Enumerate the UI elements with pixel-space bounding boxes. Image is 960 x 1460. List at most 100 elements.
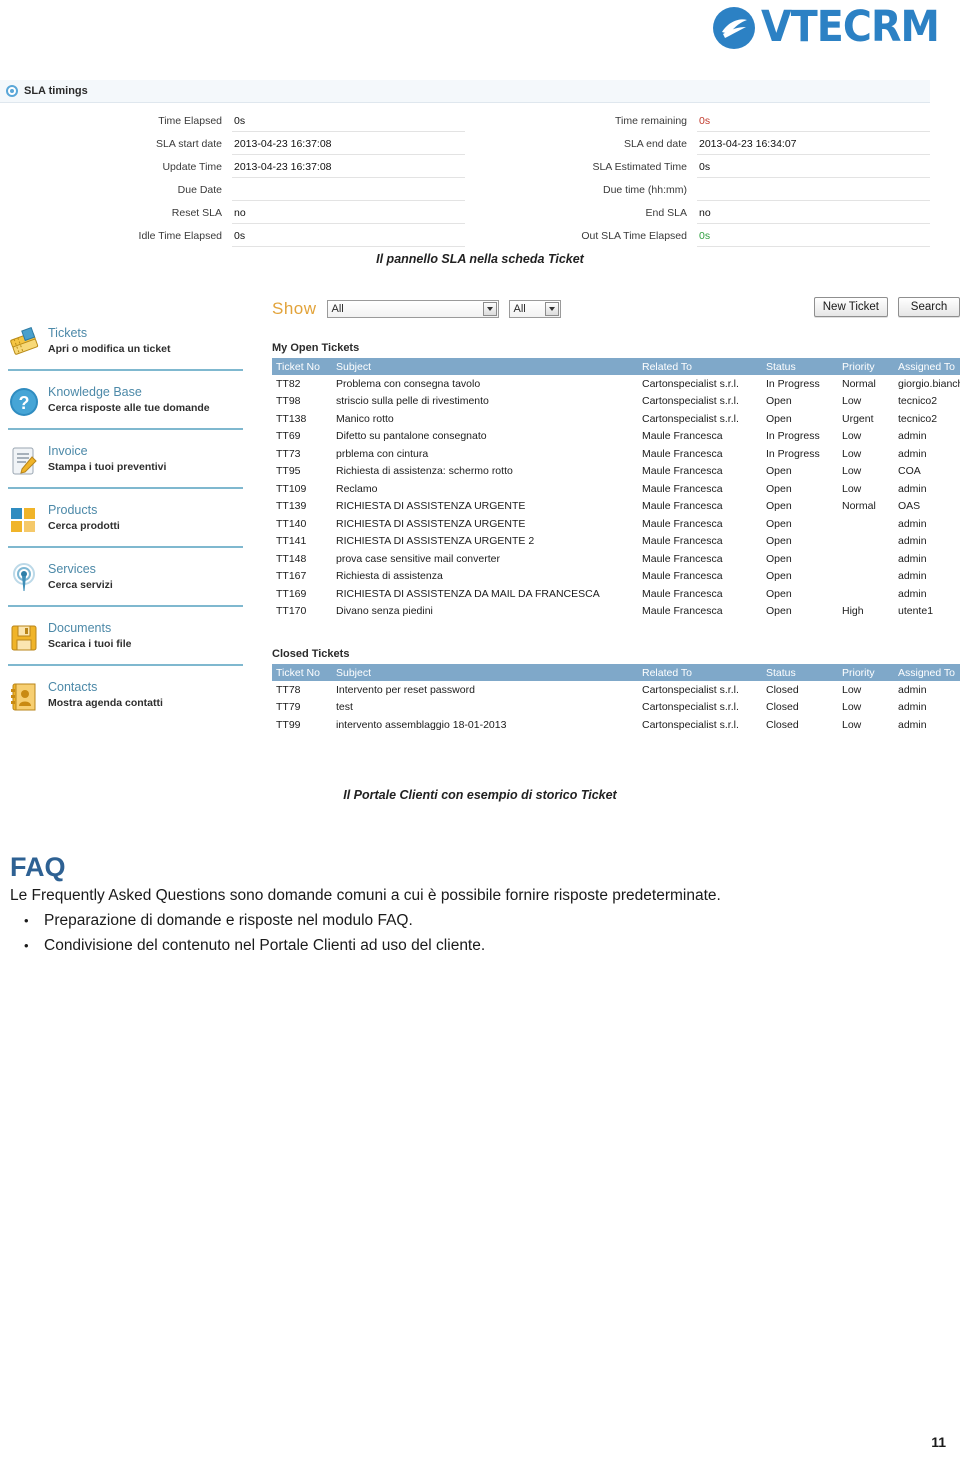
cell-subject[interactable]: Intervento per reset password <box>332 681 638 699</box>
cell-subject[interactable]: striscio sulla pelle di rivestimento <box>332 393 638 411</box>
column-header-assigned[interactable]: Assigned To <box>894 358 960 375</box>
sidebar-item-knowledge-base[interactable]: ? Knowledge Base Cerca risposte alle tue d… <box>8 384 243 430</box>
cell-related[interactable]: Cartonspecialist s.r.l. <box>638 393 762 411</box>
table-row[interactable]: TT73 prblema con cintura Maule Francesca In… <box>272 445 960 463</box>
cell-subject[interactable]: prblema con cintura <box>332 445 638 463</box>
svg-text:?: ? <box>19 393 30 413</box>
cell-related[interactable]: Maule Francesca <box>638 550 762 568</box>
cell-related[interactable]: Maule Francesca <box>638 498 762 516</box>
cell-related[interactable]: Maule Francesca <box>638 515 762 533</box>
cell-subject[interactable]: test <box>332 699 638 717</box>
sla-timings-panel: SLA timings Time Elapsed 0s SLA start date… <box>0 80 930 247</box>
sidebar-item-services[interactable]: Services Cerca servizi <box>8 561 243 607</box>
cell-no: TT138 <box>276 412 307 425</box>
cell-assigned: tecnico2 <box>898 395 938 408</box>
chevron-down-icon[interactable] <box>482 302 497 316</box>
table-row[interactable]: TT79 test Cartonspecialist s.r.l. Closed Low… <box>272 699 960 717</box>
sidebar-item-products[interactable]: Products Cerca prodotti <box>8 502 243 548</box>
cell-related[interactable]: Maule Francesca <box>638 463 762 481</box>
column-header-status[interactable]: Status <box>762 358 838 375</box>
sla-row-label: End SLA <box>645 206 687 219</box>
column-header-related[interactable]: Related To <box>638 664 762 681</box>
table-row[interactable]: TT148 prova case sensitive mail converter… <box>272 550 960 568</box>
cell-related[interactable]: Maule Francesca <box>638 603 762 621</box>
caption-portal: Il Portale Clienti con esempio di storic… <box>343 788 617 802</box>
sidebar-item-title: Tickets <box>48 326 88 340</box>
column-header-priority[interactable]: Priority <box>838 358 894 375</box>
sla-row-value: 2013-04-23 16:37:08 <box>232 156 465 178</box>
cell-related[interactable]: Maule Francesca <box>638 480 762 498</box>
chevron-down-icon[interactable] <box>544 302 559 316</box>
cell-no: TT170 <box>276 605 307 618</box>
cell-subject[interactable]: Problema con consegna tavolo <box>332 375 638 393</box>
column-header-assigned[interactable]: Assigned To <box>894 664 960 681</box>
new-ticket-button[interactable]: New Ticket <box>813 297 888 317</box>
column-header-no[interactable]: Ticket No <box>272 664 332 681</box>
status-filter-select[interactable]: All <box>508 300 561 318</box>
cell-subject[interactable]: RICHIESTA DI ASSISTENZA URGENTE <box>332 498 638 516</box>
cell-related[interactable]: Cartonspecialist s.r.l. <box>638 410 762 428</box>
table-row[interactable]: TT141 RICHIESTA DI ASSISTENZA URGENTE 2 Ma… <box>272 533 960 551</box>
cell-related[interactable]: Maule Francesca <box>638 568 762 586</box>
table-row[interactable]: TT69 Difetto su pantalone consegnato Maule… <box>272 428 960 446</box>
table-row[interactable]: TT109 Reclamo Maule Francesca Open Low admin <box>272 480 960 498</box>
sla-row: Due time (hh:mm) <box>465 178 930 201</box>
column-header-status[interactable]: Status <box>762 664 838 681</box>
cell-related[interactable]: Cartonspecialist s.r.l. <box>638 699 762 717</box>
column-header-related[interactable]: Related To <box>638 358 762 375</box>
cell-related[interactable]: Cartonspecialist s.r.l. <box>638 681 762 699</box>
show-label: Show <box>272 299 317 318</box>
cell-status: Open <box>766 570 792 583</box>
table-row[interactable]: TT167 Richiesta di assistenza Maule France… <box>272 568 960 586</box>
sidebar-item-contacts[interactable]: Contacts Mostra agenda contatti <box>8 679 243 725</box>
cell-assigned: admin <box>898 701 927 714</box>
cell-related[interactable]: Maule Francesca <box>638 533 762 551</box>
cell-subject[interactable]: Reclamo <box>332 480 638 498</box>
table-row[interactable]: TT78 Intervento per reset password Cartons… <box>272 681 960 699</box>
cell-assigned: admin <box>898 570 927 583</box>
cell-subject[interactable]: Divano senza piedini <box>332 603 638 621</box>
cell-subject[interactable]: Difetto su pantalone consegnato <box>332 428 638 446</box>
table-row[interactable]: TT99 intervento assemblaggio 18-01-2013 Ca… <box>272 716 960 734</box>
cell-related[interactable]: Cartonspecialist s.r.l. <box>638 716 762 734</box>
sidebar-item-title: Documents <box>48 621 112 635</box>
table-row[interactable]: TT139 RICHIESTA DI ASSISTENZA URGENTE Maul… <box>272 498 960 516</box>
search-button[interactable]: Search <box>898 297 960 317</box>
cell-status: Open <box>766 395 792 408</box>
column-header-priority[interactable]: Priority <box>838 664 894 681</box>
cell-subject[interactable]: RICHIESTA DI ASSISTENZA URGENTE <box>332 515 638 533</box>
column-header-subject[interactable]: Subject <box>332 664 638 681</box>
sidebar-item-tickets[interactable]: Tickets Apri o modifica un ticket <box>8 325 243 371</box>
cell-subject[interactable]: Richiesta di assistenza <box>332 568 638 586</box>
table-row[interactable]: TT98 striscio sulla pelle di rivestimento… <box>272 393 960 411</box>
table-row[interactable]: TT138 Manico rotto Cartonspecialist s.r.l.… <box>272 410 960 428</box>
cell-related[interactable]: Maule Francesca <box>638 585 762 603</box>
cell-subject[interactable]: Richiesta di assistenza: schermo rotto <box>332 463 638 481</box>
table-row[interactable]: TT169 RICHIESTA DI ASSISTENZA DA MAIL DA … <box>272 585 960 603</box>
cell-related[interactable]: Cartonspecialist s.r.l. <box>638 375 762 393</box>
cell-subject[interactable]: prova case sensitive mail converter <box>332 550 638 568</box>
table-row[interactable]: TT95 Richiesta di assistenza: schermo rot… <box>272 463 960 481</box>
sidebar-item-documents[interactable]: Documents Scarica i tuoi file <box>8 620 243 666</box>
cell-priority <box>838 568 894 586</box>
cell-related[interactable]: Maule Francesca <box>638 445 762 463</box>
cell-subject[interactable]: intervento assemblaggio 18-01-2013 <box>332 716 638 734</box>
cell-priority: Low <box>842 465 862 478</box>
table-row[interactable]: TT170 Divano senza piedini Maule Francesca… <box>272 603 960 621</box>
sla-right-column: Time remaining 0s SLA end date 2013-04-23 1… <box>465 109 930 247</box>
table-row[interactable]: TT140 RICHIESTA DI ASSISTENZA URGENTE Maul… <box>272 515 960 533</box>
column-header-no[interactable]: Ticket No <box>272 358 332 375</box>
sidebar-item-title: Products <box>48 503 98 517</box>
column-header-subject[interactable]: Subject <box>332 358 638 375</box>
cell-related[interactable]: Maule Francesca <box>638 428 762 446</box>
table-row[interactable]: TT82 Problema con consegna tavolo Cartonsp… <box>272 375 960 393</box>
sidebar-item-invoice[interactable]: Invoice Stampa i tuoi preventivi <box>8 443 243 489</box>
page-number: 11 <box>931 1434 946 1450</box>
cell-subject[interactable]: RICHIESTA DI ASSISTENZA DA MAIL DA FRANC… <box>332 585 638 603</box>
cell-subject[interactable]: RICHIESTA DI ASSISTENZA URGENTE 2 <box>332 533 638 551</box>
cell-assigned: admin <box>898 447 927 460</box>
cell-subject[interactable]: Manico rotto <box>332 410 638 428</box>
cell-status: In Progress <box>766 377 820 390</box>
category-filter-select[interactable]: All <box>326 300 499 318</box>
cell-no: TT79 <box>276 701 301 714</box>
